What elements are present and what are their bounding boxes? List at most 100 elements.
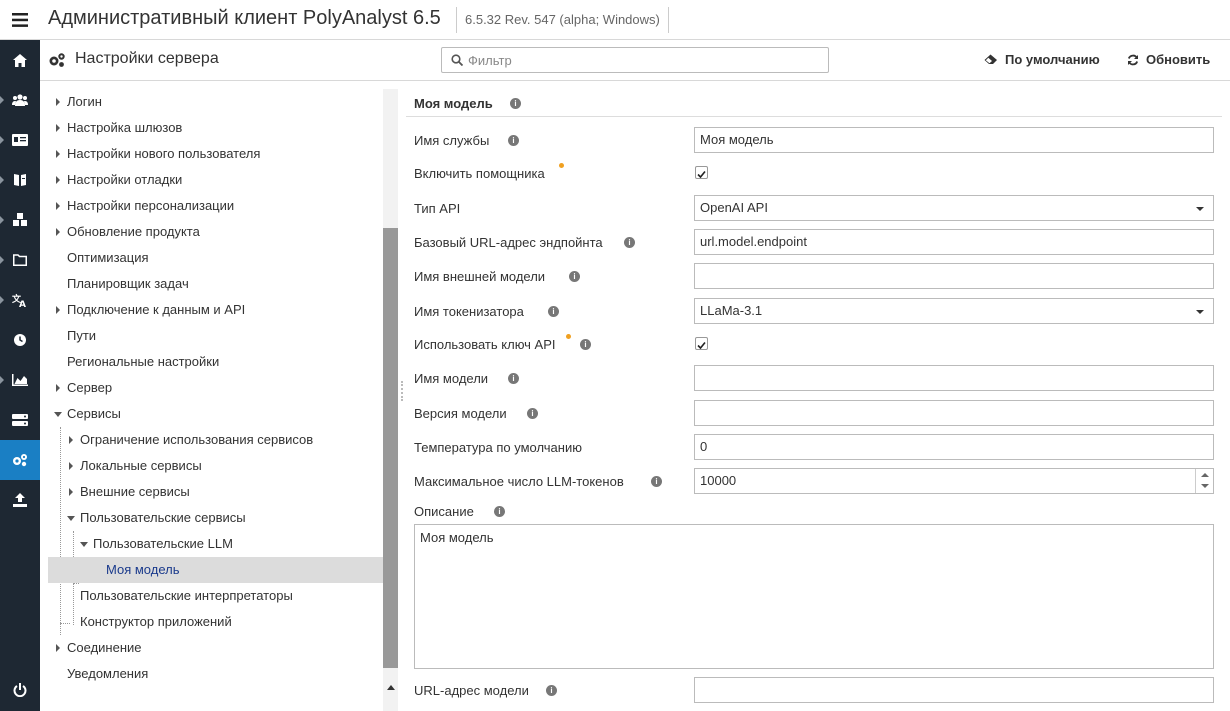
tree-item[interactable]: Соединение [48, 635, 383, 661]
temperature-label: Температура по умолчанию [414, 440, 582, 455]
external-model-input[interactable] [694, 263, 1214, 289]
row-external-model: Имя внешней модели i [406, 263, 1222, 289]
info-icon[interactable]: i [510, 98, 521, 109]
info-icon[interactable]: i [548, 306, 559, 317]
tree-item[interactable]: Подключение к данным и API [48, 297, 383, 323]
tree-item[interactable]: Пути [48, 323, 383, 349]
clock-icon[interactable] [0, 320, 40, 360]
caret-right-icon[interactable] [69, 488, 73, 496]
description-textarea[interactable]: Моя модель [414, 524, 1214, 669]
server-icon[interactable] [0, 400, 40, 440]
settings-gears-icon [48, 52, 66, 73]
filter-input[interactable] [468, 50, 818, 70]
tree-scrollbar-thumb[interactable] [383, 228, 398, 668]
stepper-down-icon[interactable] [1201, 484, 1209, 488]
stepper-up-icon[interactable] [1201, 473, 1209, 477]
chevron-down-icon [1196, 207, 1204, 211]
scroll-up-arrow-icon[interactable] [387, 685, 395, 690]
tree-item[interactable]: Региональные настройки [48, 349, 383, 375]
caret-right-icon[interactable] [69, 462, 73, 470]
info-icon[interactable]: i [546, 685, 557, 696]
tree-item[interactable]: Планировщик задач [48, 271, 383, 297]
stepper-buttons[interactable] [1195, 469, 1213, 493]
caret-down-icon[interactable] [54, 412, 62, 417]
tokenizer-select[interactable]: LLaMa-3.1 [694, 298, 1214, 324]
home-icon[interactable] [0, 40, 40, 80]
caret-right-icon[interactable] [56, 176, 60, 184]
power-icon[interactable] [0, 670, 40, 710]
form-scrollbar[interactable] [1222, 81, 1230, 711]
tree-item-label: Подключение к данным и API [67, 302, 246, 317]
model-url-input[interactable] [694, 677, 1214, 703]
tree-item[interactable]: Пользовательские LLM [48, 531, 383, 557]
folder-icon[interactable] [0, 240, 40, 280]
caret-right-icon[interactable] [56, 124, 60, 132]
tree-item[interactable]: Сервисы [48, 401, 383, 427]
api-type-select[interactable]: OpenAI API [694, 195, 1214, 221]
tree-item[interactable]: Уведомления [48, 661, 383, 687]
caret-down-icon[interactable] [80, 542, 88, 547]
refresh-button[interactable]: Обновить [1127, 52, 1210, 67]
info-icon[interactable]: i [651, 476, 662, 487]
tree-item[interactable]: Оптимизация [48, 245, 383, 271]
tree-item-label: Уведомления [67, 666, 149, 681]
book-icon[interactable] [0, 160, 40, 200]
tree-item-label: Внешние сервисы [80, 484, 190, 499]
use-api-key-checkbox[interactable] [695, 337, 708, 350]
service-name-label: Имя службы [414, 133, 490, 148]
tree-item[interactable]: Настройки отладки [48, 167, 383, 193]
info-icon[interactable]: i [580, 339, 591, 350]
model-name-input[interactable] [694, 365, 1214, 391]
info-icon[interactable]: i [569, 271, 580, 282]
users-icon[interactable] [0, 80, 40, 120]
gears-icon[interactable] [0, 440, 40, 480]
info-icon[interactable]: i [494, 506, 505, 517]
caret-down-icon[interactable] [67, 516, 75, 521]
tree-item[interactable]: Ограничение использования сервисов [48, 427, 383, 453]
caret-right-icon[interactable] [56, 98, 60, 106]
app-version: 6.5.32 Rev. 547 (alpha; Windows) [456, 7, 669, 33]
tree-item[interactable]: Настройки нового пользователя [48, 141, 383, 167]
default-button[interactable]: По умолчанию [984, 52, 1100, 67]
max-tokens-stepper[interactable]: 10000 [694, 468, 1214, 494]
tree-item[interactable]: Пользовательские сервисы [48, 505, 383, 531]
panel-splitter[interactable] [398, 81, 406, 711]
cubes-icon[interactable] [0, 200, 40, 240]
translate-icon[interactable]: 文A [0, 280, 40, 320]
tree-item-label: Логин [67, 94, 102, 109]
upload-icon[interactable] [0, 480, 40, 520]
temperature-input[interactable]: 0 [694, 434, 1214, 460]
tree-item[interactable]: Внешние сервисы [48, 479, 383, 505]
model-version-input[interactable] [694, 400, 1214, 426]
tree-item[interactable]: Пользовательские интерпретаторы [48, 583, 383, 609]
filter-box[interactable] [441, 47, 829, 73]
info-icon[interactable]: i [508, 373, 519, 384]
info-icon[interactable]: i [624, 237, 635, 248]
tree-item[interactable]: Локальные сервисы [48, 453, 383, 479]
info-icon[interactable]: i [527, 408, 538, 419]
modified-indicator [559, 163, 564, 168]
tree-scrollbar[interactable] [383, 89, 398, 711]
caret-right-icon[interactable] [56, 202, 60, 210]
caret-right-icon[interactable] [56, 150, 60, 158]
info-icon[interactable]: i [508, 135, 519, 146]
tree-item[interactable]: Логин [48, 89, 383, 115]
caret-right-icon[interactable] [56, 306, 60, 314]
caret-right-icon[interactable] [56, 384, 60, 392]
id-card-icon[interactable] [0, 120, 40, 160]
caret-right-icon[interactable] [56, 644, 60, 652]
tree-item[interactable]: Настройка шлюзов [48, 115, 383, 141]
service-name-input[interactable]: Моя модель [694, 127, 1214, 153]
enable-assistant-checkbox[interactable] [695, 166, 708, 179]
tree-item[interactable]: Сервер [48, 375, 383, 401]
tree-item[interactable]: Настройки персонализации [48, 193, 383, 219]
tree-item[interactable]: Конструктор приложений [48, 609, 383, 635]
caret-right-icon[interactable] [56, 228, 60, 236]
caret-right-icon[interactable] [69, 436, 73, 444]
page-title: Настройки сервера [75, 50, 219, 67]
tree-item[interactable]: Обновление продукта [48, 219, 383, 245]
hamburger-menu-icon[interactable] [0, 0, 40, 40]
tree-item[interactable]: Моя модель [48, 557, 383, 583]
base-url-input[interactable]: url.model.endpoint [694, 229, 1214, 255]
chart-icon[interactable] [0, 360, 40, 400]
